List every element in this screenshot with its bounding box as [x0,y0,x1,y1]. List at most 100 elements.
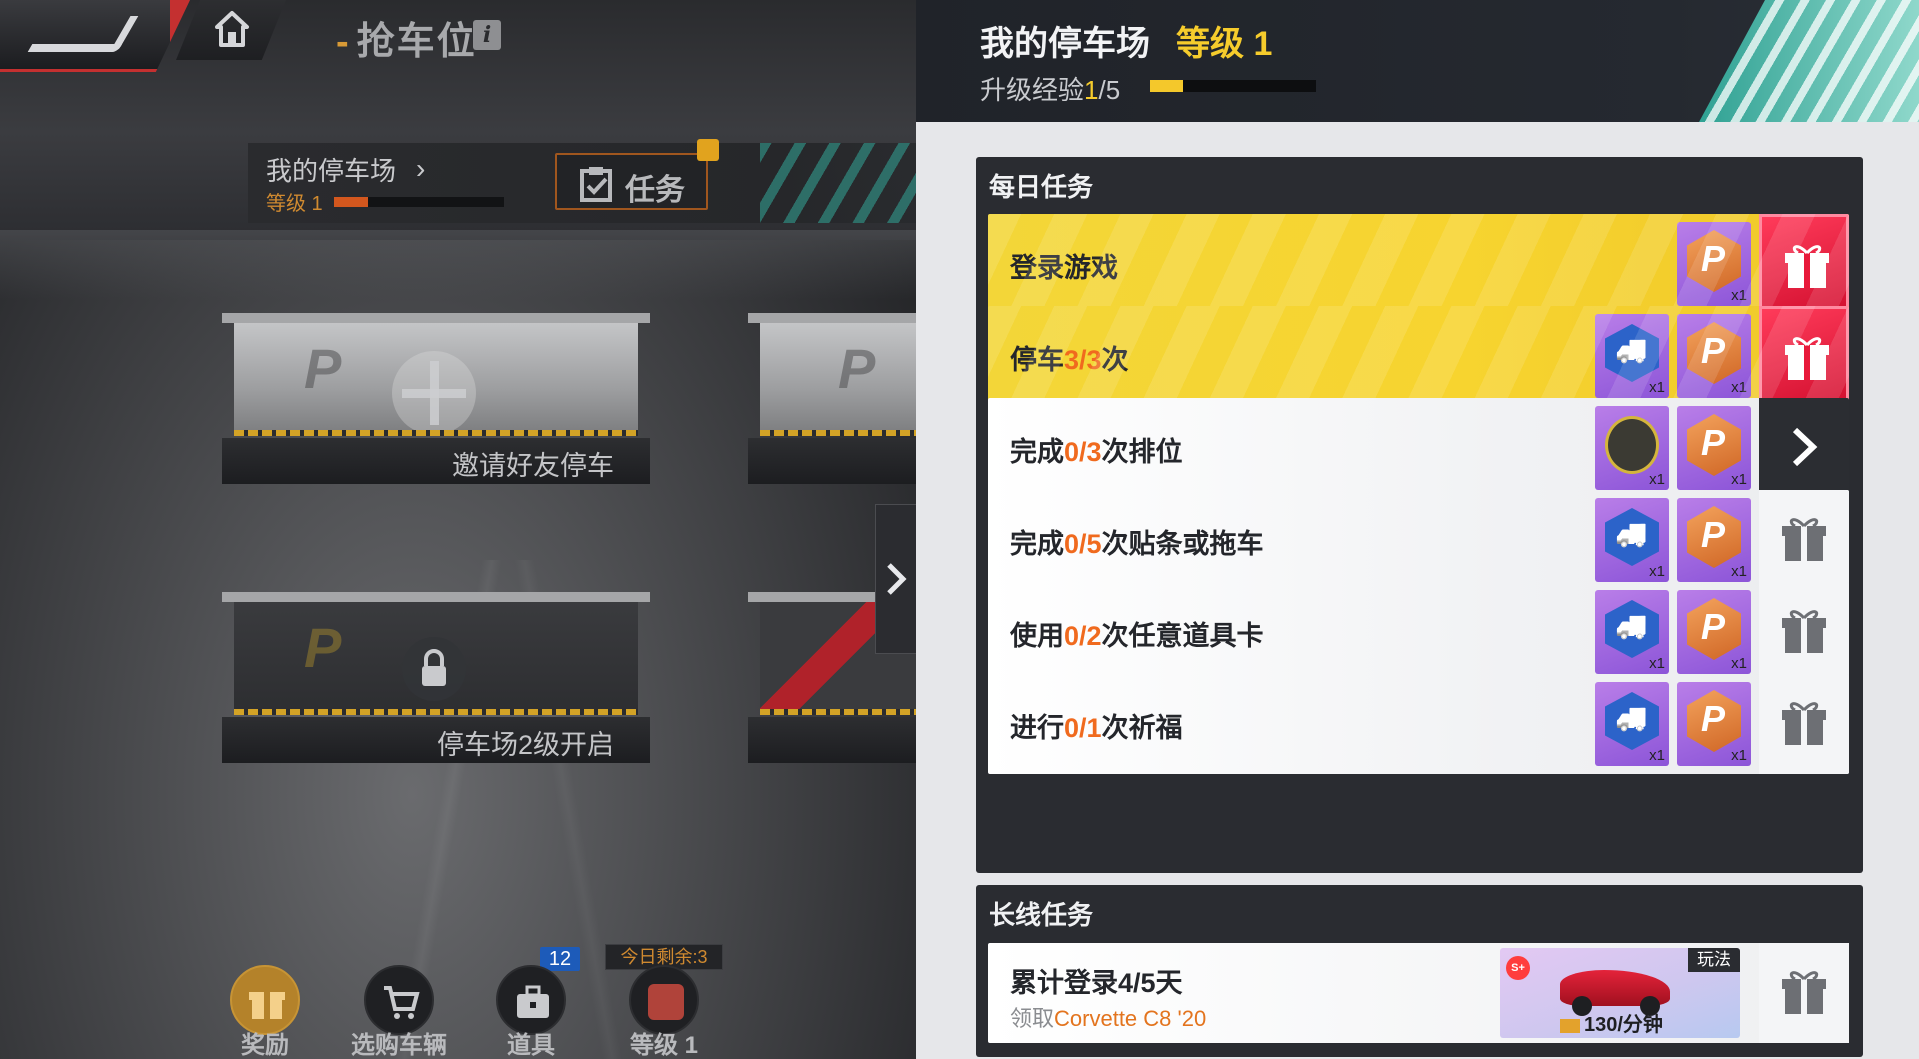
task-button[interactable]: 任务 [555,153,708,210]
reward-quantity: x1 [1649,747,1665,764]
scroll-fade [988,847,1849,873]
task-label: 停车3/3次 [1010,338,1129,377]
coin-reward-icon[interactable]: x1 [1677,314,1751,398]
coin-icon [1687,322,1741,384]
parking-bay-locked[interactable]: P 停车场2级开启 [222,592,650,764]
parking-exp-fill [334,197,368,207]
gift-icon [249,992,285,1019]
bay-roof [222,313,650,323]
page-title: - 抢车位 [336,10,477,65]
reward-quantity: x1 [1649,563,1665,580]
back-icon [27,16,139,52]
daily-tasks-title: 每日任务 [989,172,1094,202]
car-reward-card[interactable]: S+ 玩法 130/分钟 [1500,948,1740,1038]
parking-bay-right-1[interactable]: P [748,313,916,485]
bay-curb [760,430,916,436]
reward-quantity: x1 [1731,655,1747,672]
reward-quantity: x1 [1731,379,1747,396]
collapse-panel-button[interactable] [875,504,916,654]
parking-bay-invite[interactable]: P 邀请好友停车 [222,313,650,485]
claim-locked-button[interactable] [1759,490,1849,590]
gift-icon [1785,245,1829,288]
task-label-prog: 0/2 [1064,621,1102,651]
long-task-row[interactable]: 累计登录4/5天 领取Corvette C8 '20 S+ 玩法 130/分钟 [988,943,1849,1043]
task-panel-title: 我的停车场 [980,25,1150,63]
tow-reward-icon[interactable]: x1 [1595,498,1669,582]
back-button[interactable] [0,0,190,72]
home-icon [215,11,249,47]
gift-icon [1782,702,1826,745]
reward-label: 奖励 [241,1032,289,1059]
parking-p-icon: P [838,337,876,400]
claim-button[interactable] [1759,306,1849,406]
bay-plate: 邀请好友停车 [222,438,650,484]
shop-vehicles-label: 选购车辆 [351,1032,447,1059]
coin-reward-icon[interactable]: x1 [1677,682,1751,766]
claim-locked-button[interactable] [1759,943,1849,1043]
coin-icon [1687,230,1741,292]
info-icon[interactable]: i [473,20,501,50]
parking-p-icon: P [304,616,342,679]
daily-task-row[interactable]: 完成0/5次贴条或拖车 x1 x1 [988,490,1849,590]
claim-locked-button[interactable] [1759,582,1849,682]
task-label-pre: 停车 [1010,345,1064,375]
header-stripes-decoration [1699,0,1919,122]
daily-task-row[interactable]: 停车3/3次 x1 x1 [988,306,1849,406]
long-task-claim-prefix: 领取 [1010,1006,1055,1031]
long-tasks-section: 长线任务 累计登录4/5天 领取Corvette C8 '20 S+ 玩法 13… [976,885,1863,1057]
task-label-post: 次排位 [1101,437,1183,467]
task-label-post: 次贴条或拖车 [1101,529,1264,559]
tow-icon [1605,508,1659,566]
home-button[interactable] [176,0,286,60]
daily-task-row[interactable]: 进行0/1次祈福 x1 x1 [988,674,1849,774]
bay-plate [748,438,916,484]
coin-reward-icon[interactable]: x1 [1677,590,1751,674]
coin-reward-icon[interactable]: x1 [1677,406,1751,490]
gift-icon [1785,337,1829,380]
tow-reward-icon[interactable]: x1 [1595,590,1669,674]
plus-icon[interactable] [392,351,476,435]
task-label-pre: 完成 [1010,529,1064,559]
bay-roof [222,592,650,602]
garage-scene: - 抢车位 i 我的停车场 › 等级 1 任务 P 邀请好友停车 P P 停车场… [0,0,916,1059]
panel-stripes-decoration [760,143,916,223]
claim-locked-button[interactable] [1759,674,1849,774]
gift-icon [1782,610,1826,653]
task-label-pre: 使用 [1010,621,1064,651]
go-button[interactable] [1759,398,1849,498]
task-label-prog: 3/3 [1064,345,1102,375]
daily-task-row[interactable]: 完成0/3次排位 x1 x1 [988,398,1849,498]
tow-reward-icon[interactable]: x1 [1595,682,1669,766]
task-label-prog: 0/1 [1064,713,1102,743]
upgrade-exp-bar [1150,80,1316,92]
bay-roof [748,313,916,323]
coin-reward-icon[interactable]: x1 [1677,222,1751,306]
car-earn-rate: 130/分钟 [1560,1008,1663,1037]
long-task-car-name: Corvette C8 '20 [1054,1006,1207,1031]
items-label: 道具 [507,1032,555,1059]
reward-quantity: x1 [1649,655,1665,672]
tow-reward-icon[interactable]: x1 [1595,314,1669,398]
task-label-post: 次 [1101,345,1129,375]
bay-curb [760,709,916,715]
claim-button[interactable] [1759,214,1849,314]
gift-icon [1782,971,1826,1014]
task-panel-header: 我的停车场 等级 1 升级经验1/5 [916,0,1919,122]
gift-badge-icon [697,139,719,161]
top-bar: - 抢车位 i [0,0,560,80]
task-label-post: 次任意道具卡 [1101,621,1264,651]
coin-reward-icon[interactable]: x1 [1677,498,1751,582]
gift-icon [1782,518,1826,561]
coin-icon [1687,414,1741,476]
daily-tasks-section[interactable]: 每日任务 登录游戏x1停车3/3次x1x1完成0/3次排位x1x1完成0/5次贴… [976,157,1863,873]
bay-caption: 邀请好友停车 [452,451,614,481]
rank-reward-icon[interactable]: x1 [1595,406,1669,490]
daily-task-row[interactable]: 使用0/2次任意道具卡 x1 x1 [988,582,1849,682]
bay-caption: 停车场2级开启 [436,730,614,760]
coin-icon [1687,598,1741,660]
reward-quantity: x1 [1649,471,1665,488]
task-label-prog: 0/3 [1064,437,1102,467]
page-title-dash: - [336,21,351,63]
daily-task-row[interactable]: 登录游戏 x1 [988,214,1849,314]
task-label-pre: 进行 [1010,713,1064,743]
